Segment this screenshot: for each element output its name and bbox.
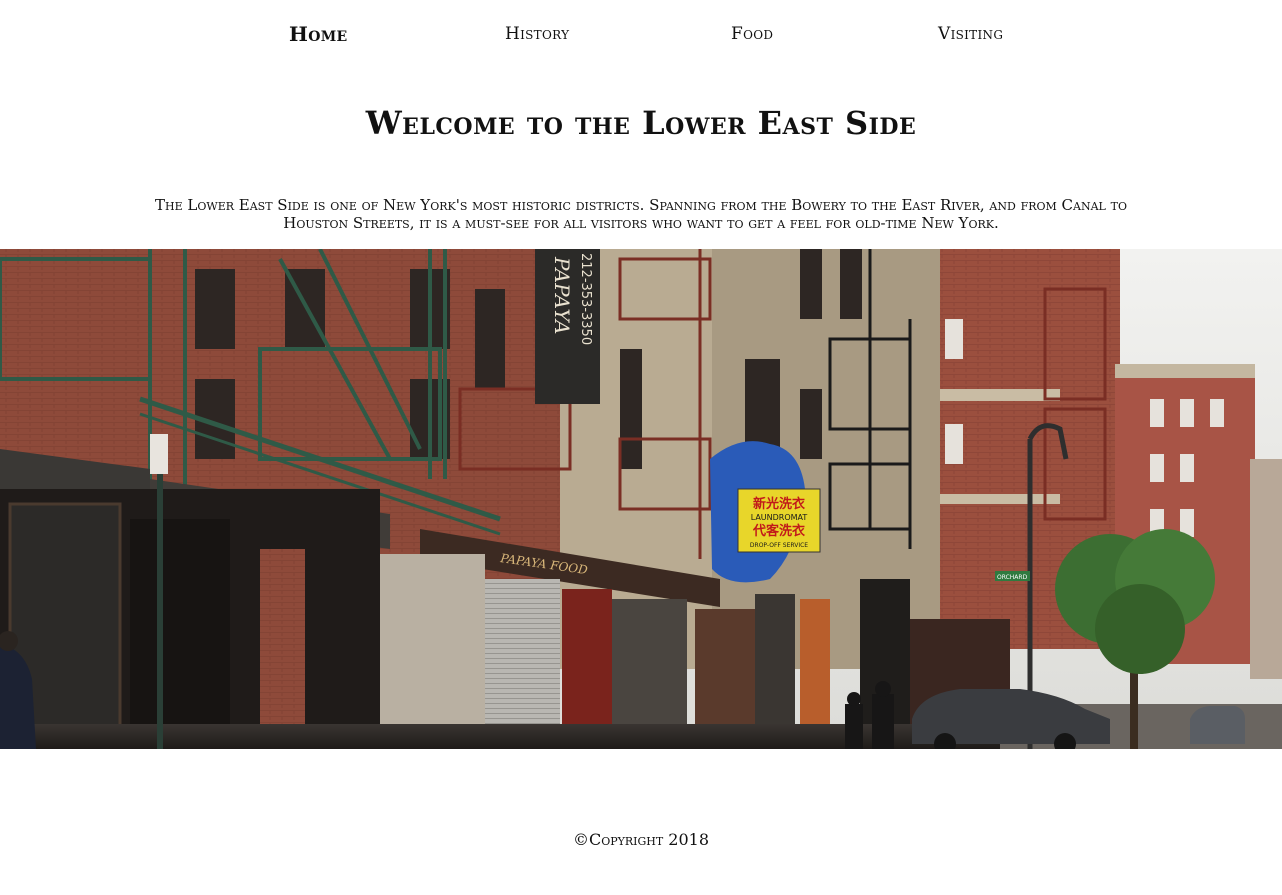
nav-history-link[interactable]: History <box>505 24 569 44</box>
papaya-sign-text: PAPAYA <box>550 256 574 334</box>
page-title: Welcome to the Lower East Side <box>365 104 917 142</box>
intro-paragraph: The Lower East Side is one of New York's… <box>155 196 1127 232</box>
street-sign-text: ORCHARD <box>997 574 1028 581</box>
street-scene-illustration: PAPAYA 212-353-3350 新光洗衣 LAUNDROMAT 代客洗衣… <box>0 249 1282 749</box>
laundromat-sign-chinese-bottom: 代客洗衣 <box>752 523 805 539</box>
hero-image: PAPAYA 212-353-3350 新光洗衣 LAUNDROMAT 代客洗衣… <box>0 249 1282 749</box>
nav-food-link[interactable]: Food <box>731 24 773 44</box>
nav-home-link[interactable]: Home <box>289 22 347 46</box>
nav-visiting-link[interactable]: Visiting <box>938 24 1003 44</box>
laundromat-sign-service: DROP-OFF SERVICE <box>750 542 808 549</box>
papaya-phone-text: 212-353-3350 <box>578 253 593 345</box>
rolling-shutter <box>485 579 560 749</box>
laundromat-sign-english: LAUNDROMAT <box>751 513 808 522</box>
footer-copyright: ©Copyright 2018 <box>572 830 710 849</box>
laundromat-sign-chinese-top: 新光洗衣 <box>753 496 805 512</box>
main-nav: Home History Food Visiting <box>0 22 1282 56</box>
